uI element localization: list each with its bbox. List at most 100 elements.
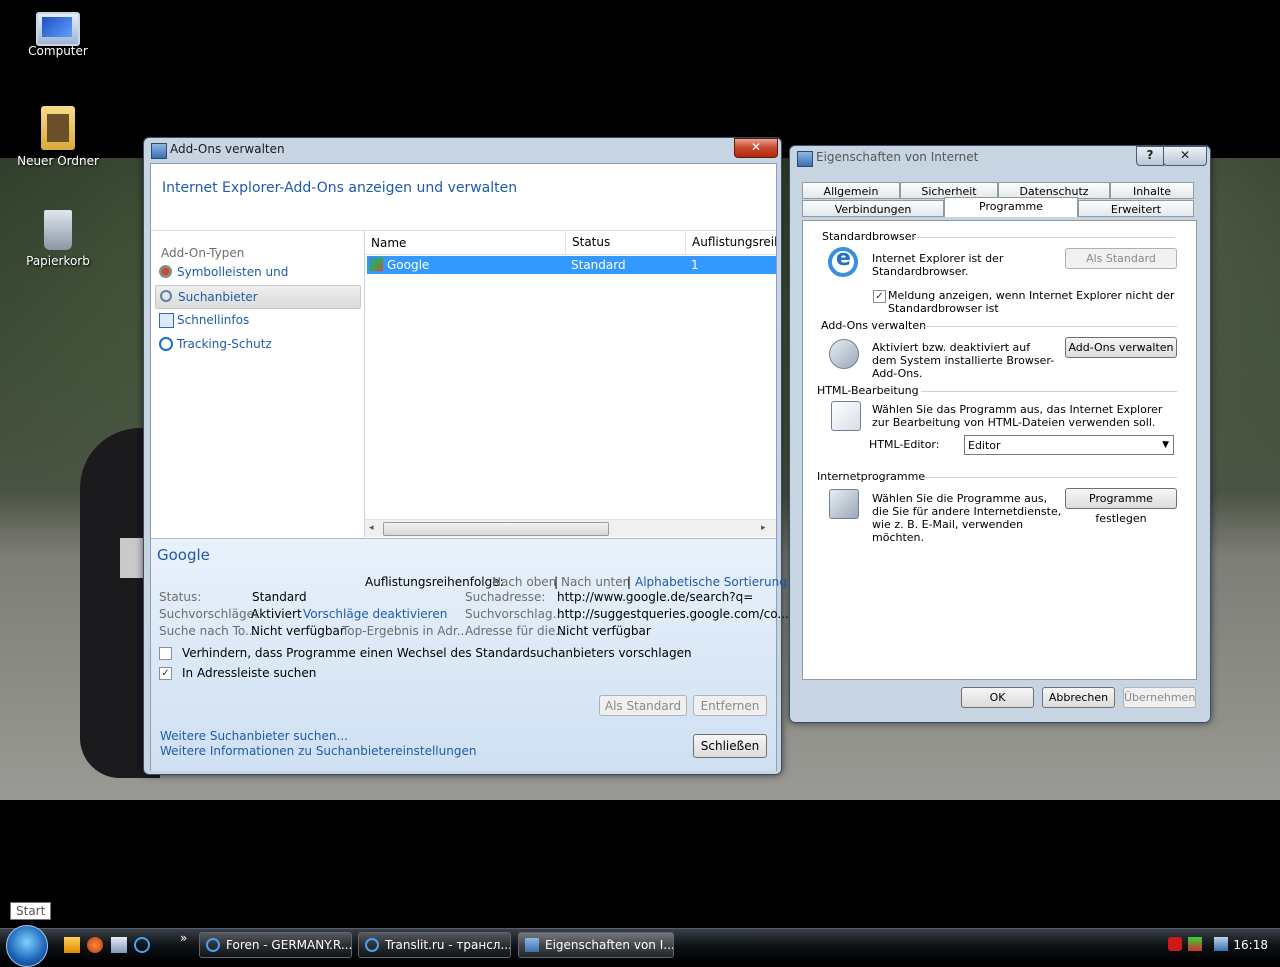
network-tray-icon[interactable]: [1188, 937, 1202, 951]
addon-row-name: Google: [387, 258, 430, 272]
addons-titlebar[interactable]: Add-Ons verwalten ✕: [144, 138, 781, 160]
addon-type-search-providers[interactable]: Suchanbieter: [155, 285, 361, 309]
tab-erweitert[interactable]: Erweitert: [1078, 200, 1194, 217]
set-default-browser-button[interactable]: Als Standard: [1065, 248, 1177, 269]
addon-list: Name Status Auflistungsreihe Google Stan…: [365, 231, 776, 537]
divider: [921, 477, 1177, 478]
cancel-button[interactable]: Abbrechen: [1042, 687, 1115, 708]
internet-options-icon: [525, 938, 539, 952]
google-icon: [369, 257, 383, 271]
desktop-icon-recycle-bin[interactable]: Papierkorb: [10, 210, 106, 268]
scroll-left-icon[interactable]: ◂: [369, 523, 374, 533]
tab-allgemein[interactable]: Allgemein: [802, 182, 900, 199]
addressbar-search-checkbox[interactable]: ✓: [159, 667, 172, 680]
addon-type-label: Schnellinfos: [177, 313, 250, 327]
remove-button[interactable]: Entfernen: [693, 695, 767, 716]
gear-icon: [159, 265, 172, 278]
more-info-link[interactable]: Weitere Informationen zu Suchanbieterein…: [160, 744, 476, 758]
column-status[interactable]: Status: [565, 231, 610, 254]
magnifier-icon: [160, 290, 172, 302]
addon-row-status: Standard: [571, 258, 626, 272]
taskbar-button-internet-options[interactable]: Eigenschaften von I...: [518, 932, 674, 958]
tab-programme[interactable]: Programme: [944, 197, 1078, 217]
window-app-icon: [151, 143, 167, 159]
programme-panel: Standardbrowser Internet Explorer ist de…: [802, 220, 1197, 680]
html-editor-label: HTML-Editor:: [869, 438, 940, 451]
taskbar-button-translit[interactable]: Translit.ru - трансл...: [358, 932, 511, 958]
addon-details: Google Auflistungsreihenfolge: Nach oben…: [151, 538, 789, 771]
manage-addons-button[interactable]: Add-Ons verwalten: [1065, 337, 1177, 358]
suggestions-label: Suchvorschläge:: [159, 607, 258, 621]
order-up-link[interactable]: Nach oben: [492, 575, 556, 589]
taskbar-button-foren[interactable]: Foren - GERMANY.R...: [199, 932, 352, 958]
taskbar-button-label: Foren - GERMANY.R...: [226, 938, 352, 952]
column-order[interactable]: Auflistungsreihe: [685, 231, 776, 254]
default-check-label: Meldung anzeigen, wenn Internet Explorer…: [888, 289, 1175, 315]
help-icon[interactable]: ?: [1136, 146, 1164, 166]
prevent-change-checkbox[interactable]: [159, 647, 172, 660]
order-separator: |: [554, 575, 559, 589]
html-editor-select[interactable]: Editor ▼: [964, 435, 1174, 455]
horizontal-scrollbar[interactable]: ◂ ▸: [365, 519, 776, 537]
addon-type-label: Suchanbieter: [178, 290, 258, 304]
window-app-icon: [797, 151, 813, 167]
search-address-label: Suchadresse:: [465, 590, 546, 604]
divider: [921, 391, 1177, 392]
internet-explorer-icon: [828, 246, 858, 277]
order-alpha-link[interactable]: Alphabetische Sortierung: [635, 575, 787, 589]
close-button[interactable]: Schließen: [693, 734, 767, 758]
desktop-icon-folder[interactable]: Neuer Ordner: [10, 106, 106, 168]
addon-row[interactable]: Google Standard 1: [367, 256, 776, 274]
programs-text: Wählen Sie die Programme aus, die Sie fü…: [872, 492, 1062, 544]
addon-type-label: Tracking-Schutz: [177, 337, 272, 351]
section-internet-programs: Internetprogramme: [817, 470, 926, 483]
close-icon[interactable]: ✕: [1163, 146, 1207, 166]
close-icon[interactable]: ✕: [734, 138, 778, 158]
ok-button[interactable]: OK: [961, 687, 1034, 708]
search-address-value: http://www.google.de/search?q=: [557, 590, 754, 604]
taskbar-button-label: Translit.ru - трансл...: [385, 938, 511, 952]
display-tray-icon[interactable]: [1214, 937, 1228, 951]
status-label: Status:: [159, 590, 202, 604]
tab-verbindungen[interactable]: Verbindungen: [802, 200, 944, 217]
explorer-icon[interactable]: [111, 937, 127, 953]
desktop-icon-computer[interactable]: Computer: [10, 6, 106, 58]
addon-type-tracking[interactable]: Tracking-Schutz: [155, 333, 359, 355]
ie-icon: [206, 938, 220, 952]
no-entry-icon: [159, 337, 173, 351]
clock[interactable]: 16:18: [1233, 938, 1268, 952]
addon-type-accelerators[interactable]: Schnellinfos: [155, 309, 359, 331]
prevent-change-label: Verhindern, dass Programme einen Wechsel…: [182, 646, 692, 660]
standardbrowser-text: Internet Explorer ist der Standardbrowse…: [872, 252, 1004, 278]
set-programs-button[interactable]: Programme festlegen: [1065, 488, 1177, 525]
more-providers-link[interactable]: Weitere Suchanbieter suchen...: [160, 729, 348, 743]
apply-button[interactable]: Übernehmen: [1123, 687, 1196, 708]
order-label: Auflistungsreihenfolge:: [365, 575, 504, 589]
internet-options-titlebar[interactable]: Eigenschaften von Internet ? ✕: [790, 146, 1210, 168]
section-standardbrowser: Standardbrowser: [822, 230, 917, 243]
media-player-icon[interactable]: [64, 937, 80, 953]
column-name[interactable]: Name: [371, 236, 406, 250]
tab-inhalte[interactable]: Inhalte: [1110, 182, 1194, 199]
antivirus-tray-icon[interactable]: [1168, 937, 1182, 951]
ie-quicklaunch-icon[interactable]: [134, 937, 150, 953]
firefox-icon[interactable]: [87, 937, 103, 953]
search-to-value: Nicht verfügbar: [251, 624, 345, 638]
addon-type-toolbars[interactable]: Symbolleisten und Erweiterungen: [155, 261, 359, 301]
internet-options-window[interactable]: Eigenschaften von Internet ? ✕ Allgemein…: [789, 145, 1211, 723]
start-button[interactable]: [6, 925, 48, 967]
disable-suggestions-link[interactable]: Vorschläge deaktivieren: [303, 607, 447, 621]
order-down-link[interactable]: Nach unten: [561, 575, 630, 589]
computer-icon: [36, 12, 80, 46]
set-default-button[interactable]: Als Standard: [599, 695, 687, 716]
addons-window[interactable]: Add-Ons verwalten ✕ Internet Explorer-Ad…: [143, 137, 789, 775]
default-check-checkbox[interactable]: ✓: [873, 290, 886, 303]
addon-details-name: Google: [157, 546, 210, 564]
desktop-icon-label: Neuer Ordner: [17, 154, 99, 168]
section-html-editing: HTML-Bearbeitung: [817, 384, 919, 397]
scroll-right-icon[interactable]: ▸: [761, 523, 766, 533]
quicklaunch-overflow-icon[interactable]: »: [180, 931, 187, 945]
scroll-thumb[interactable]: [383, 522, 609, 536]
addon-row-order: 1: [691, 258, 699, 272]
addons-heading: Internet Explorer-Add-Ons anzeigen und v…: [162, 180, 518, 196]
